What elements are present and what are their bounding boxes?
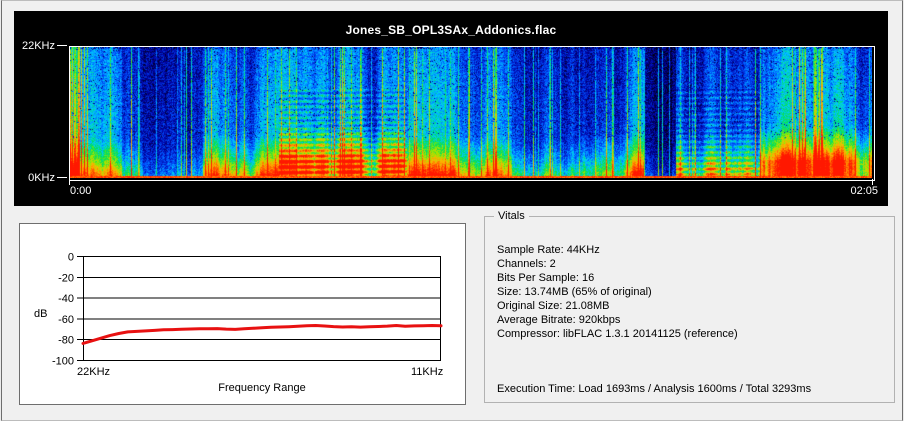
vitals-list: Sample Rate: 44KHz Channels: 2 Bits Per … bbox=[497, 243, 738, 341]
vitals-original-size: Original Size: 21.08MB bbox=[497, 299, 738, 313]
spectrogram-y-min-tick bbox=[57, 177, 67, 178]
spectrogram-y-min-label: 0KHz bbox=[14, 172, 55, 184]
vitals-compressor: Compressor: libFLAC 1.3.1 20141125 (refe… bbox=[497, 327, 738, 341]
chart-x-start-label: 22KHz bbox=[77, 366, 110, 378]
vitals-execution-time: Execution Time: Load 1693ms / Analysis 1… bbox=[497, 383, 811, 395]
chart-y-tick-label: -80 bbox=[58, 335, 74, 347]
vitals-groupbox-title: Vitals bbox=[494, 210, 529, 222]
spectrogram-y-max-tick bbox=[57, 45, 67, 46]
time-end-label: 02:05 bbox=[804, 185, 878, 197]
file-title: Jones_SB_OPL3SAx_Addonics.flac bbox=[14, 23, 888, 37]
chart-y-tick-label: 0 bbox=[68, 252, 74, 264]
chart-y-tick-label: -40 bbox=[58, 293, 74, 305]
spectrogram-image bbox=[70, 47, 872, 178]
spectrogram-panel: Jones_SB_OPL3SAx_Addonics.flac 22KHz 0KH… bbox=[14, 11, 888, 206]
frequency-range-panel: 0-20-40-60-80-100 dB 22KHz 11KHz Frequen… bbox=[19, 223, 466, 405]
frequency-response-line bbox=[83, 326, 441, 344]
chart-x-end-label: 11KHz bbox=[411, 366, 443, 378]
spectrogram-plot-frame bbox=[69, 46, 875, 181]
time-start-label: 0:00 bbox=[70, 185, 91, 197]
vitals-size: Size: 13.74MB (65% of original) bbox=[497, 285, 738, 299]
chart-y-tick-label: -20 bbox=[58, 272, 74, 284]
spectrogram-y-max-label: 22KHz bbox=[14, 40, 55, 52]
analyzer-window: Jones_SB_OPL3SAx_Addonics.flac 22KHz 0KH… bbox=[1, 0, 903, 421]
vitals-channels: Channels: 2 bbox=[497, 257, 738, 271]
chart-y-tick-label: -100 bbox=[52, 356, 74, 368]
chart-x-axis-title: Frequency Range bbox=[83, 382, 441, 394]
vitals-average-bitrate: Average Bitrate: 920kbps bbox=[497, 313, 738, 327]
vitals-groupbox: Vitals Sample Rate: 44KHz Channels: 2 Bi… bbox=[484, 216, 895, 403]
vitals-bits-per-sample: Bits Per Sample: 16 bbox=[497, 271, 738, 285]
vitals-sample-rate: Sample Rate: 44KHz bbox=[497, 243, 738, 257]
chart-y-axis-title: dB bbox=[34, 308, 68, 320]
